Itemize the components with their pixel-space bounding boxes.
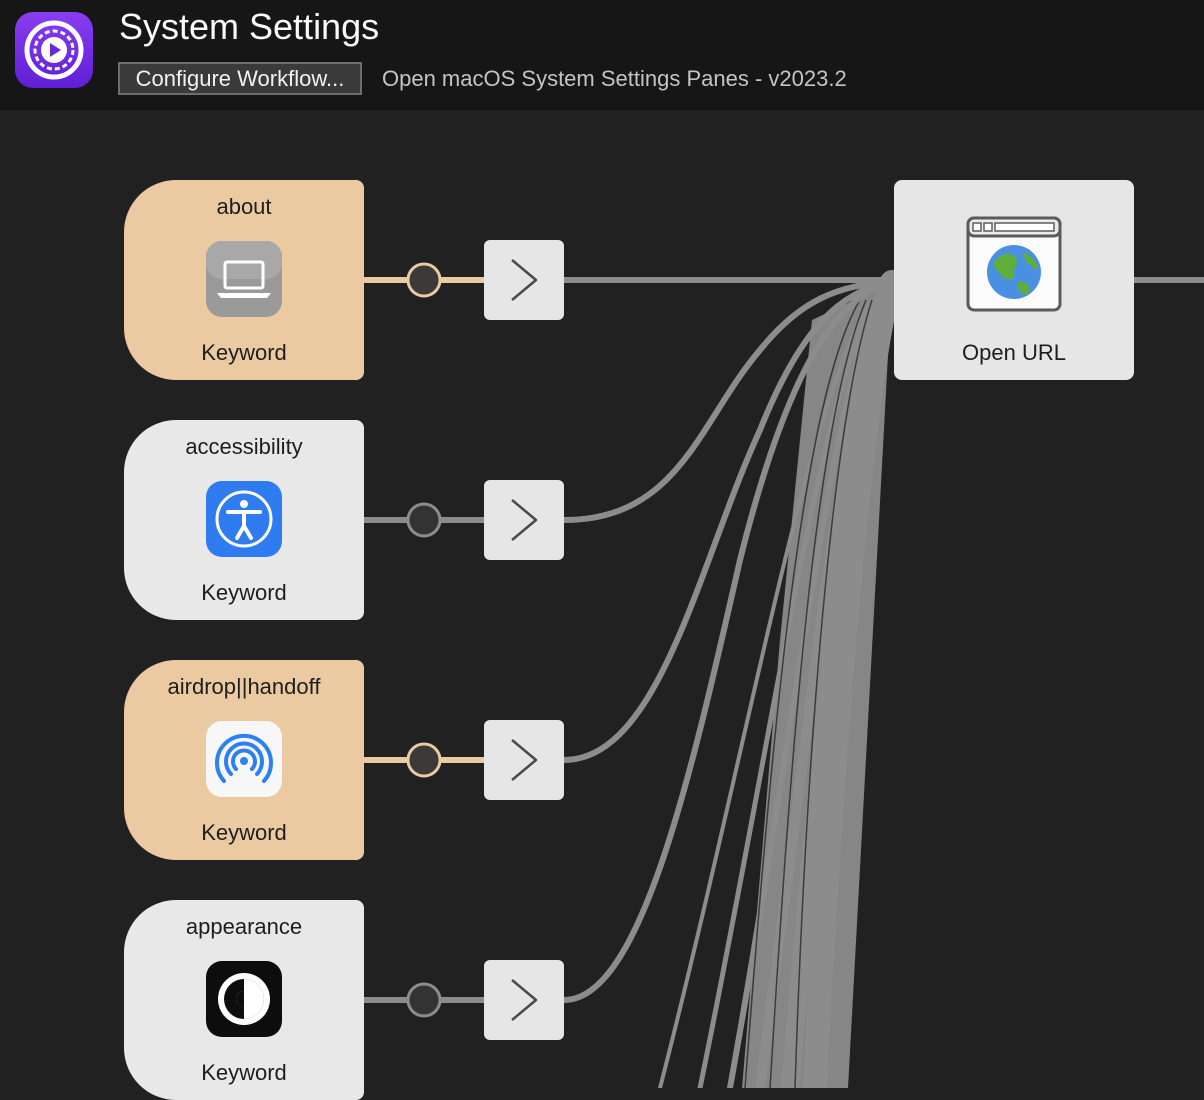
node-label: appearance — [185, 914, 303, 939]
browser-globe-icon — [966, 216, 1062, 312]
keyword-node-accessibility[interactable]: accessibility Keyword — [124, 420, 364, 620]
node-label: about — [216, 194, 272, 219]
laptop-icon — [205, 240, 283, 318]
open-url-node[interactable]: Open URL — [894, 180, 1134, 380]
airdrop-icon — [205, 720, 283, 798]
node-connector — [364, 742, 484, 778]
chevron-right-icon — [511, 979, 538, 1021]
node-label: airdrop||handoff — [167, 674, 321, 699]
accessibility-icon — [205, 480, 283, 558]
chevron-right-icon — [511, 259, 538, 301]
node-connector — [364, 982, 484, 1018]
chevron-right-icon — [511, 499, 538, 541]
node-type: Keyword — [201, 1060, 287, 1085]
run-script-action[interactable] — [484, 240, 564, 320]
appearance-icon — [205, 960, 283, 1038]
run-script-action[interactable] — [484, 720, 564, 800]
node-label: Open URL — [962, 340, 1066, 365]
node-type: Keyword — [201, 580, 287, 605]
node-connector — [364, 502, 484, 538]
run-script-action[interactable] — [484, 480, 564, 560]
run-script-action[interactable] — [484, 960, 564, 1040]
node-type: Keyword — [201, 820, 287, 845]
keyword-node-appearance[interactable]: appearance Keyword — [124, 900, 364, 1100]
node-connector — [364, 262, 484, 298]
node-type: Keyword — [201, 340, 287, 365]
keyword-node-about[interactable]: about Keyword — [124, 180, 364, 380]
chevron-right-icon — [511, 739, 538, 781]
keyword-node-airdrop-handoff[interactable]: airdrop||handoff Keyword — [124, 660, 364, 860]
node-label: accessibility — [185, 434, 303, 459]
